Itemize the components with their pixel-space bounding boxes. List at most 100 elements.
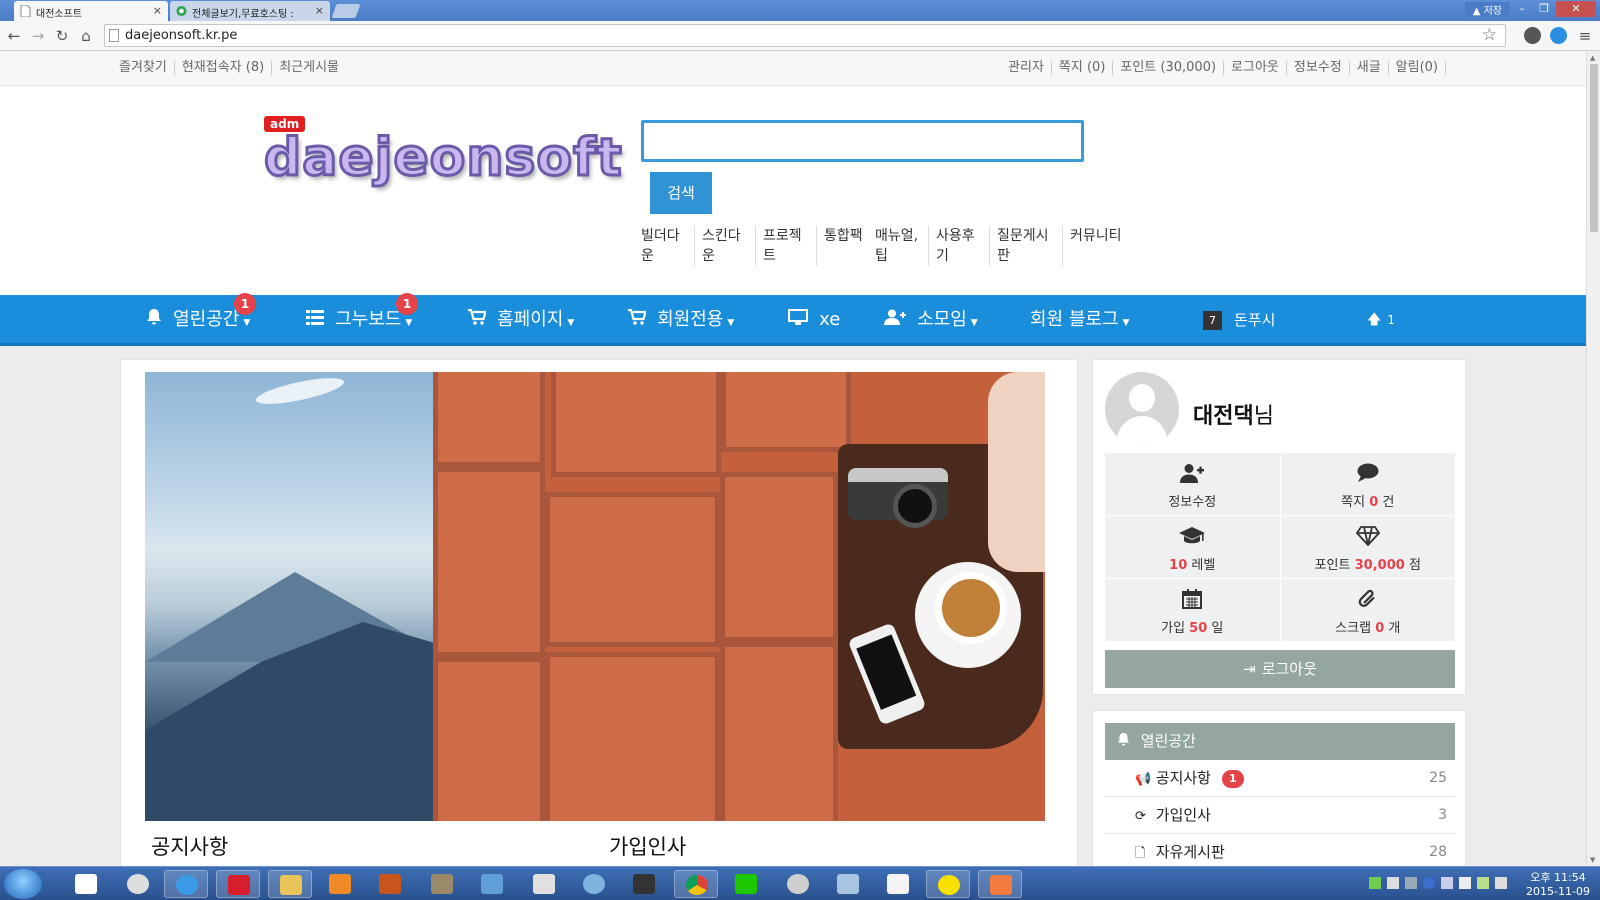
quick-menu-item[interactable]: 사용후기 (936, 226, 990, 266)
taskbar-app-icon[interactable] (368, 870, 412, 898)
nav-small-group[interactable]: 소모임 ▼ (884, 295, 978, 343)
logout-link[interactable]: 로그아웃 (1224, 61, 1287, 75)
stat-edit-profile[interactable]: 정보수정 (1105, 453, 1280, 515)
back-icon[interactable]: ← (5, 27, 23, 45)
nav-up-counter[interactable]: 🡅 1 (1367, 295, 1395, 343)
taskbar-app-icon[interactable] (776, 870, 820, 898)
stat-label: 쪽지 (1341, 495, 1366, 510)
quick-menu-item[interactable]: 질문게시판 (997, 226, 1063, 266)
nav-donpush[interactable]: 7 돈푸시 (1203, 295, 1275, 343)
scroll-up-icon[interactable]: ▲ (1590, 54, 1595, 62)
new-posts-link[interactable]: 새글 (1350, 61, 1389, 75)
tools-icon[interactable] (420, 870, 464, 898)
quick-menu-item[interactable]: 매뉴얼,팁 (875, 226, 929, 266)
points-link[interactable]: 포인트 (30,000) (1113, 61, 1225, 75)
stat-join-days[interactable]: 가입 50 일 (1105, 579, 1280, 641)
scroll-down-icon[interactable]: ▼ (1590, 856, 1595, 864)
minimize-icon[interactable]: – (1512, 1, 1532, 17)
taskbar-app-icon[interactable] (826, 870, 870, 898)
search-button[interactable]: 검색 (650, 172, 712, 214)
memo-link[interactable]: 쪽지 (0) (1052, 61, 1114, 75)
tab-close-icon[interactable]: × (153, 4, 162, 17)
tray-icon[interactable] (1477, 877, 1489, 889)
taskbar-app-icon[interactable] (64, 870, 108, 898)
taskbar-app-icon[interactable] (622, 870, 666, 898)
recent-posts-link[interactable]: 최근게시물 (272, 61, 346, 75)
quick-menu-item[interactable]: 스킨다운 (702, 226, 756, 266)
safari-icon[interactable] (572, 870, 616, 898)
scrollbar-thumb[interactable] (1590, 64, 1598, 232)
tray-icon[interactable] (1387, 877, 1399, 889)
taskbar-app-icon[interactable] (522, 870, 566, 898)
tray-icon[interactable] (1441, 877, 1453, 889)
browser-tab-active[interactable]: 대전소프트 × (14, 1, 168, 21)
nav-gnuboard[interactable]: 그누보드 ▼ 1 (306, 293, 418, 343)
url-field[interactable]: daejeonsoft.kr.pe ☆ (104, 24, 1506, 47)
extension-icon[interactable] (1524, 27, 1541, 44)
admin-link[interactable]: 관리자 (1001, 61, 1052, 75)
kakaotalk-icon[interactable] (926, 870, 970, 898)
tray-icon[interactable] (1369, 877, 1381, 889)
favorites-link[interactable]: 즐겨찾기 (119, 61, 175, 75)
naver-icon[interactable] (724, 870, 768, 898)
help-icon[interactable] (1423, 877, 1435, 889)
stat-label: 가입 (1161, 621, 1186, 636)
nav-members-only[interactable]: 회원전용 ▼ (628, 295, 734, 343)
system-clock[interactable]: 오후 11:54 2015-11-09 (1520, 871, 1596, 899)
taskbar-app-icon[interactable] (978, 870, 1022, 898)
online-users-link[interactable]: 현재접속자 (8) (175, 61, 273, 75)
bookmark-star-icon[interactable]: ☆ (1482, 25, 1497, 45)
hero-image[interactable] (145, 372, 1045, 821)
edit-profile-link[interactable]: 정보수정 (1287, 61, 1350, 75)
board-row-notice[interactable]: 📢 공지사항 1 25 (1105, 760, 1455, 797)
taskbar-app-icon[interactable] (470, 870, 514, 898)
board-row-greeting[interactable]: ⟳ 가입인사 3 (1105, 797, 1455, 834)
stat-scraps[interactable]: 스크랩 0 개 (1280, 579, 1455, 641)
nav-xe[interactable]: xe (788, 295, 840, 343)
section-title-notice[interactable]: 공지사항 (151, 831, 228, 861)
file-explorer-icon[interactable] (268, 870, 312, 898)
tray-icon[interactable] (1405, 877, 1417, 889)
start-button-icon[interactable] (4, 869, 42, 899)
stat-label: 정보수정 (1168, 495, 1217, 510)
taskbar-app-icon[interactable] (216, 870, 260, 898)
quick-menu-item[interactable]: 빌더다운 (641, 226, 695, 266)
stat-level[interactable]: 10 레벨 (1105, 516, 1280, 578)
home-icon[interactable]: ⌂ (77, 27, 95, 45)
board-row-free[interactable]: 🗋 자유게시판 28 (1105, 834, 1455, 866)
nav-homepage[interactable]: 홈페이지 ▼ (468, 295, 574, 343)
site-logo[interactable]: adm daejeonsoft (263, 116, 624, 196)
sign-out-icon: ⇥ (1243, 660, 1256, 678)
media-player-icon[interactable] (318, 870, 362, 898)
nav-open-space[interactable]: 열린공간 ▼ 1 (146, 293, 256, 343)
close-window-icon[interactable]: ✕ (1556, 1, 1596, 17)
quick-menu-item[interactable]: 통합팩 (824, 226, 868, 266)
page-scrollbar[interactable]: ▲ ▼ (1586, 52, 1600, 866)
search-input[interactable] (641, 120, 1084, 162)
tab-close-icon[interactable]: × (315, 4, 324, 17)
flag-icon[interactable] (1495, 877, 1507, 889)
notifications-link[interactable]: 알림(0) (1389, 61, 1446, 75)
board-panel-header[interactable]: 열린공간 (1105, 723, 1455, 760)
forward-icon[interactable]: → (29, 27, 47, 45)
new-tab-button[interactable] (331, 4, 361, 18)
section-title-greeting[interactable]: 가입인사 (609, 831, 686, 861)
reload-icon[interactable]: ↻ (53, 27, 71, 45)
stat-memos[interactable]: 쪽지 0 건 (1280, 453, 1455, 515)
chrome-icon[interactable] (674, 870, 718, 898)
network-icon[interactable] (1459, 877, 1471, 889)
internet-explorer-icon[interactable] (164, 870, 208, 898)
avatar[interactable] (1105, 372, 1179, 446)
menu-icon[interactable]: ≡ (1576, 27, 1594, 45)
restore-icon[interactable]: ❐ (1534, 1, 1554, 17)
taskbar-app-icon[interactable] (116, 870, 160, 898)
warning-indicator[interactable]: ▲ 저장 (1464, 1, 1510, 17)
nav-member-blog[interactable]: 회원 블로그 ▼ (1030, 295, 1129, 343)
logout-button[interactable]: ⇥ 로그아웃 (1105, 650, 1455, 688)
download-icon[interactable] (1550, 27, 1567, 44)
stat-points[interactable]: 포인트 30,000 점 (1280, 516, 1455, 578)
calendar-app-icon[interactable] (876, 870, 920, 898)
browser-tab-inactive[interactable]: 전체글보기,무료호스팅 : × (170, 1, 330, 21)
quick-menu-item[interactable]: 프로젝트 (763, 226, 817, 266)
quick-menu-item[interactable]: 커뮤니티 (1070, 226, 1124, 266)
